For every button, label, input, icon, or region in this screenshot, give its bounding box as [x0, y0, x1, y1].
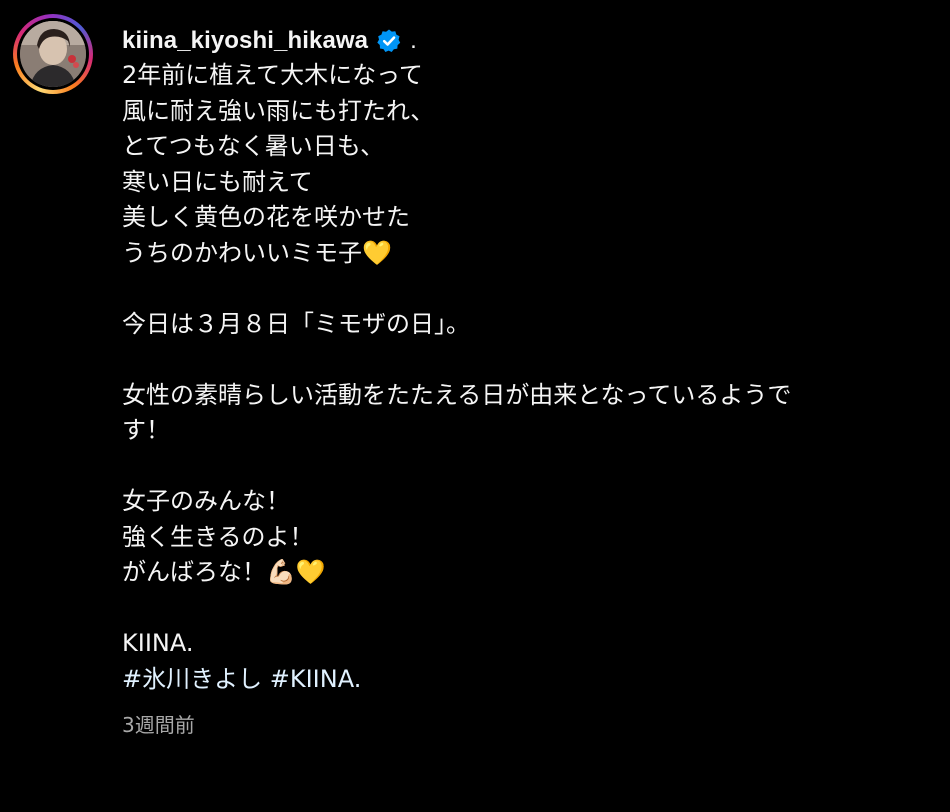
username-link[interactable]: kiina_kiyoshi_hikawa — [122, 27, 368, 55]
avatar-image — [20, 21, 86, 87]
verified-badge-icon — [376, 28, 402, 54]
hashtag-link[interactable]: #KIINA. — [270, 665, 362, 693]
hashtag-link[interactable]: #氷川きよし — [122, 665, 262, 693]
post-comment: kiina_kiyoshi_hikawa . 2年前に植えて大木になって 風に耐… — [0, 0, 950, 812]
caption-text: 2年前に植えて大木になって 風に耐え強い雨にも打たれ、 とてつもなく暑い日も、 … — [122, 61, 792, 657]
post-timestamp[interactable]: 3週間前 — [122, 709, 922, 738]
separator-dot: . — [410, 27, 417, 54]
avatar[interactable] — [13, 14, 93, 94]
post-content: kiina_kiyoshi_hikawa . 2年前に植えて大木になって 風に耐… — [122, 22, 922, 738]
hashtag-line: #氷川きよし #KIINA. — [122, 662, 922, 698]
post-header: kiina_kiyoshi_hikawa . — [122, 22, 922, 60]
avatar-border — [17, 18, 89, 90]
